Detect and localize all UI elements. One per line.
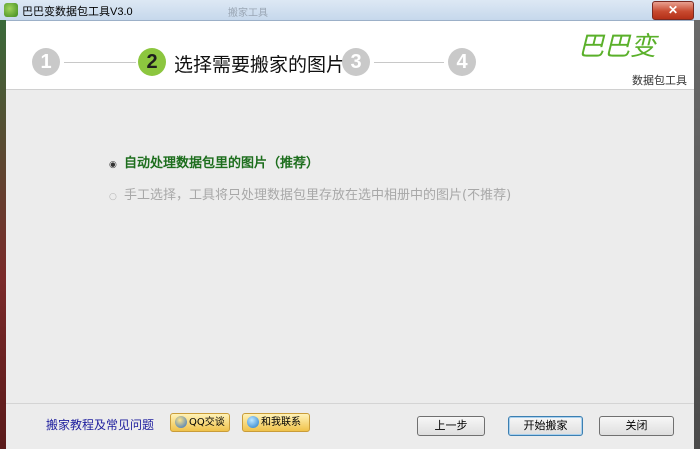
qq-chat-label: QQ交谈 [189, 417, 225, 428]
current-step-label: 选择需要搬家的图片 [174, 54, 346, 76]
title-bar[interactable]: 巴巴变数据包工具V3.0 搬家工具 ✕ [0, 0, 700, 21]
manual-select-option[interactable]: ○ 手工选择，工具将只处理数据包里存放在选中相册中的图片(不推荐) [109, 184, 511, 203]
footer-divider [6, 403, 694, 404]
contact-me-button[interactable]: 和我联系 [242, 413, 310, 432]
contact-icon [247, 416, 259, 428]
step-2-icon: 2 [138, 48, 166, 76]
brand-logo: 巴巴变 [578, 32, 659, 62]
faq-link[interactable]: 搬家教程及常见问题 [46, 416, 154, 433]
desktop-edge-right [694, 20, 700, 449]
background-window-title: 搬家工具 [228, 8, 268, 19]
option-label: 自动处理数据包里的图片（推荐） [124, 156, 320, 171]
radio-unselected-icon[interactable]: ○ [109, 192, 118, 202]
step-connector [64, 62, 136, 63]
option-label: 手工选择，工具将只处理数据包里存放在选中相册中的图片(不推荐) [124, 188, 512, 203]
wizard-body: 1 2 选择需要搬家的图片 3 4 巴巴变 数据包工具 ◉ 自动处理数据包里的图片… [6, 21, 694, 449]
qq-icon [175, 416, 187, 428]
step-3-icon: 3 [342, 48, 370, 76]
contact-me-label: 和我联系 [261, 417, 301, 428]
previous-step-button[interactable]: 上一步 [417, 416, 485, 436]
app-window: 巴巴变数据包工具V3.0 搬家工具 ✕ 1 2 选择需要搬家的图片 3 4 巴巴… [0, 0, 700, 449]
auto-process-option[interactable]: ◉ 自动处理数据包里的图片（推荐） [109, 152, 319, 171]
start-move-button[interactable]: 开始搬家 [508, 416, 583, 436]
step-header: 1 2 选择需要搬家的图片 3 4 巴巴变 数据包工具 [6, 21, 694, 90]
window-title: 巴巴变数据包工具V3.0 [22, 6, 133, 18]
qq-chat-button[interactable]: QQ交谈 [170, 413, 230, 432]
step-connector [374, 62, 444, 63]
close-window-button[interactable]: ✕ [652, 1, 694, 20]
app-icon [4, 3, 18, 17]
step-1-icon: 1 [32, 48, 60, 76]
step-4-icon: 4 [448, 48, 476, 76]
logo-text: 巴巴变 [578, 32, 659, 62]
radio-selected-icon[interactable]: ◉ [109, 160, 118, 170]
logo-subtitle: 数据包工具 [632, 74, 687, 87]
close-button[interactable]: 关闭 [599, 416, 674, 436]
